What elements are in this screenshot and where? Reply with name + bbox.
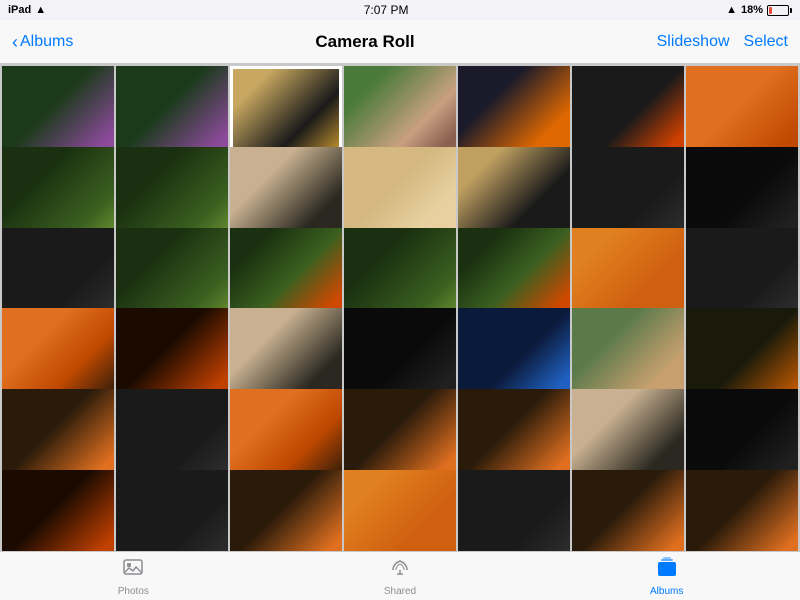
albums-tab-icon bbox=[656, 556, 678, 584]
photo-cell-36[interactable] bbox=[2, 470, 114, 551]
photo-cell-38[interactable] bbox=[230, 470, 342, 551]
photo-cell-39[interactable] bbox=[344, 470, 456, 551]
photo-cell-42[interactable] bbox=[686, 470, 798, 551]
status-left: iPad ▲ bbox=[8, 4, 46, 16]
photo-thumb-39 bbox=[344, 470, 456, 551]
photos-tab-label: Photos bbox=[118, 586, 149, 597]
photo-cell-40[interactable] bbox=[458, 470, 570, 551]
nav-title: Camera Roll bbox=[315, 32, 414, 52]
battery-percent: 18% bbox=[741, 4, 763, 16]
select-button[interactable]: Select bbox=[744, 33, 788, 51]
shared-tab-label: Shared bbox=[384, 586, 416, 597]
battery-fill bbox=[769, 7, 772, 14]
device-label: iPad bbox=[8, 4, 31, 16]
photo-thumb-38 bbox=[230, 470, 342, 551]
slideshow-button[interactable]: Slideshow bbox=[657, 33, 730, 51]
photo-thumb-40 bbox=[458, 470, 570, 551]
photo-thumb-42 bbox=[686, 470, 798, 551]
status-bar: iPad ▲ 7:07 PM ▲ 18% bbox=[0, 0, 800, 20]
wifi-icon: ▲ bbox=[35, 4, 46, 16]
photo-grid bbox=[0, 64, 800, 551]
tab-bar: Photos Shared Albums bbox=[0, 551, 800, 600]
battery-tip bbox=[790, 8, 792, 13]
signal-arrow: ▲ bbox=[726, 4, 737, 16]
tab-photos[interactable]: Photos bbox=[0, 552, 267, 600]
back-chevron-icon: ‹ bbox=[12, 33, 18, 51]
status-right: ▲ 18% bbox=[726, 4, 792, 16]
photo-thumb-36 bbox=[2, 470, 114, 551]
photo-cell-41[interactable] bbox=[572, 470, 684, 551]
nav-bar: ‹ Albums Camera Roll Slideshow Select bbox=[0, 20, 800, 64]
tab-shared[interactable]: Shared bbox=[267, 552, 534, 600]
photo-thumb-37 bbox=[116, 470, 228, 551]
photos-tab-icon bbox=[122, 556, 144, 584]
status-time: 7:07 PM bbox=[364, 3, 409, 17]
photo-cell-37[interactable] bbox=[116, 470, 228, 551]
shared-tab-icon bbox=[389, 556, 411, 584]
nav-actions: Slideshow Select bbox=[657, 33, 788, 51]
back-label: Albums bbox=[20, 33, 73, 51]
battery-body bbox=[767, 5, 789, 16]
photo-thumb-41 bbox=[572, 470, 684, 551]
albums-tab-label: Albums bbox=[650, 586, 683, 597]
tab-albums[interactable]: Albums bbox=[533, 552, 800, 600]
back-button[interactable]: ‹ Albums bbox=[12, 33, 73, 51]
battery-indicator bbox=[767, 5, 792, 16]
